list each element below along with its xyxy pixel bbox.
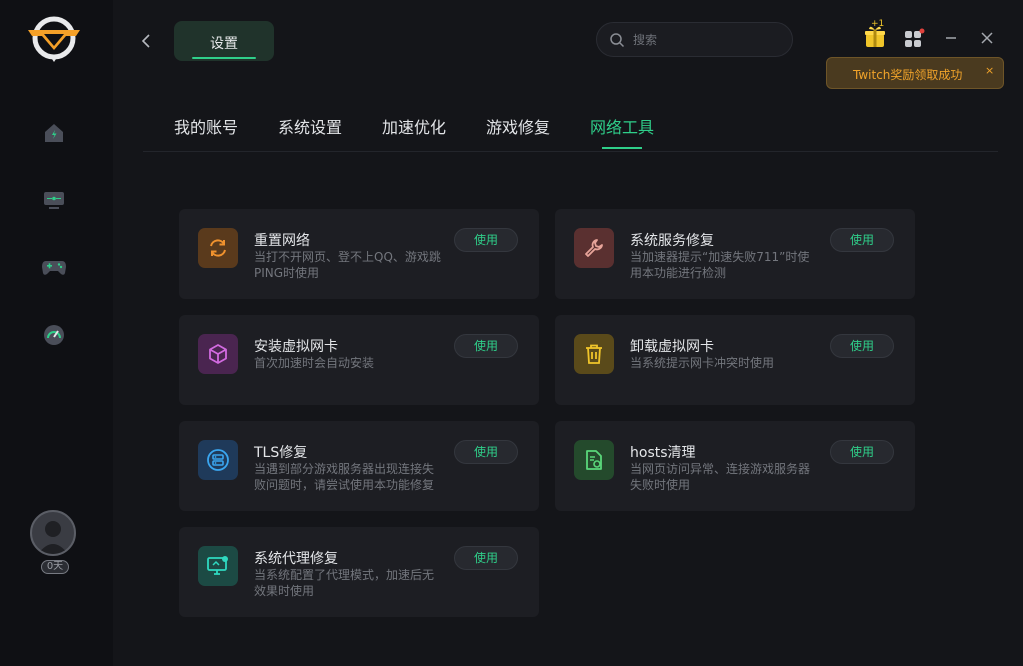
tool-title: 安装虚拟网卡 <box>254 339 338 355</box>
tool-description: 当系统提示网卡冲突时使用 <box>630 356 775 370</box>
monitor-fix-icon <box>198 546 238 586</box>
trash-icon <box>574 334 614 374</box>
tool-title: 系统代理修复 <box>254 551 338 567</box>
tab-game-repair[interactable]: 游戏修复 <box>486 114 550 138</box>
use-button[interactable]: 使用 <box>454 546 518 570</box>
gift-reward-button[interactable]: +1 <box>860 18 892 52</box>
tool-card-tls-repair: TLS修复 当遇到部分游戏服务器出现连接失败问题时，请尝试使用本功能修复 使用 <box>179 421 539 511</box>
search-input[interactable] <box>633 32 773 47</box>
wrench-icon <box>574 228 614 268</box>
tool-title: hosts清理 <box>630 445 696 461</box>
cube-icon <box>198 334 238 374</box>
title-tab-underline <box>192 57 256 59</box>
active-tab-underline <box>602 147 642 149</box>
search-box[interactable] <box>596 22 793 57</box>
tab-system-settings[interactable]: 系统设置 <box>278 114 342 138</box>
app-window: 0天 设置 +1 Twitch奖励领取成功 × 我的账 <box>0 0 1023 666</box>
minimize-button[interactable] <box>940 27 962 49</box>
speed-gauge-icon[interactable] <box>41 322 67 348</box>
use-button[interactable]: 使用 <box>454 334 518 358</box>
tool-card-system-proxy-repair: 系统代理修复 当系统配置了代理模式，加速后无效果时使用 使用 <box>179 527 539 617</box>
search-icon <box>610 32 625 47</box>
tool-description: 当网页访问异常、连接游戏服务器失败时使用 <box>630 462 811 492</box>
avatar <box>30 510 76 556</box>
back-button[interactable] <box>136 30 156 52</box>
file-clean-icon <box>574 440 614 480</box>
tool-card-hosts-clean: hosts清理 当网页访问异常、连接游戏服务器失败时使用 使用 <box>555 421 915 511</box>
tool-card-uninstall-virtual-nic: 卸载虚拟网卡 当系统提示网卡冲突时使用 使用 <box>555 315 915 405</box>
tool-description: 首次加速时会自动安装 <box>254 356 375 370</box>
tool-card-install-virtual-nic: 安装虚拟网卡 首次加速时会自动安装 使用 <box>179 315 539 405</box>
use-button[interactable]: 使用 <box>830 440 894 464</box>
app-logo[interactable] <box>26 16 82 64</box>
gamepad-icon[interactable] <box>41 254 67 280</box>
tool-title: TLS修复 <box>254 445 308 461</box>
use-button[interactable]: 使用 <box>830 334 894 358</box>
home-icon[interactable] <box>41 120 67 146</box>
user-avatar[interactable]: 0天 <box>26 508 84 578</box>
tool-card-system-service-repair: 系统服务修复 当加速器提示“加速失败711”时使用本功能进行检测 使用 <box>555 209 915 299</box>
tab-acceleration[interactable]: 加速优化 <box>382 114 446 138</box>
tabs-divider <box>143 151 998 152</box>
tool-description: 当打不开网页、登不上QQ、游戏跳PING时使用 <box>254 250 441 280</box>
sidebar: 0天 <box>0 0 113 666</box>
days-badge: 0天 <box>41 560 69 574</box>
use-button[interactable]: 使用 <box>454 440 518 464</box>
reward-toast: Twitch奖励领取成功 × <box>826 57 1004 89</box>
use-button[interactable]: 使用 <box>830 228 894 252</box>
tab-network-tools[interactable]: 网络工具 <box>590 114 654 138</box>
tool-description: 当遇到部分游戏服务器出现连接失败问题时，请尝试使用本功能修复 <box>254 462 435 492</box>
tab-my-account[interactable]: 我的账号 <box>174 114 238 138</box>
tool-title: 卸载虚拟网卡 <box>630 339 714 355</box>
tool-title: 重置网络 <box>254 233 310 249</box>
toast-close-button[interactable]: × <box>985 64 994 77</box>
apps-grid-icon[interactable] <box>903 27 925 49</box>
settings-title-tab[interactable]: 设置 <box>174 21 274 61</box>
refresh-icon <box>198 228 238 268</box>
monitor-icon[interactable] <box>41 187 67 213</box>
tool-description: 当系统配置了代理模式，加速后无效果时使用 <box>254 568 435 598</box>
use-button[interactable]: 使用 <box>454 228 518 252</box>
page-title: 设置 <box>210 36 238 52</box>
toast-message: Twitch奖励领取成功 <box>853 68 963 82</box>
server-icon <box>198 440 238 480</box>
tool-description: 当加速器提示“加速失败711”时使用本功能进行检测 <box>630 250 810 280</box>
tool-title: 系统服务修复 <box>630 233 714 249</box>
close-button[interactable] <box>976 27 998 49</box>
tool-card-reset-network: 重置网络 当打不开网页、登不上QQ、游戏跳PING时使用 使用 <box>179 209 539 299</box>
